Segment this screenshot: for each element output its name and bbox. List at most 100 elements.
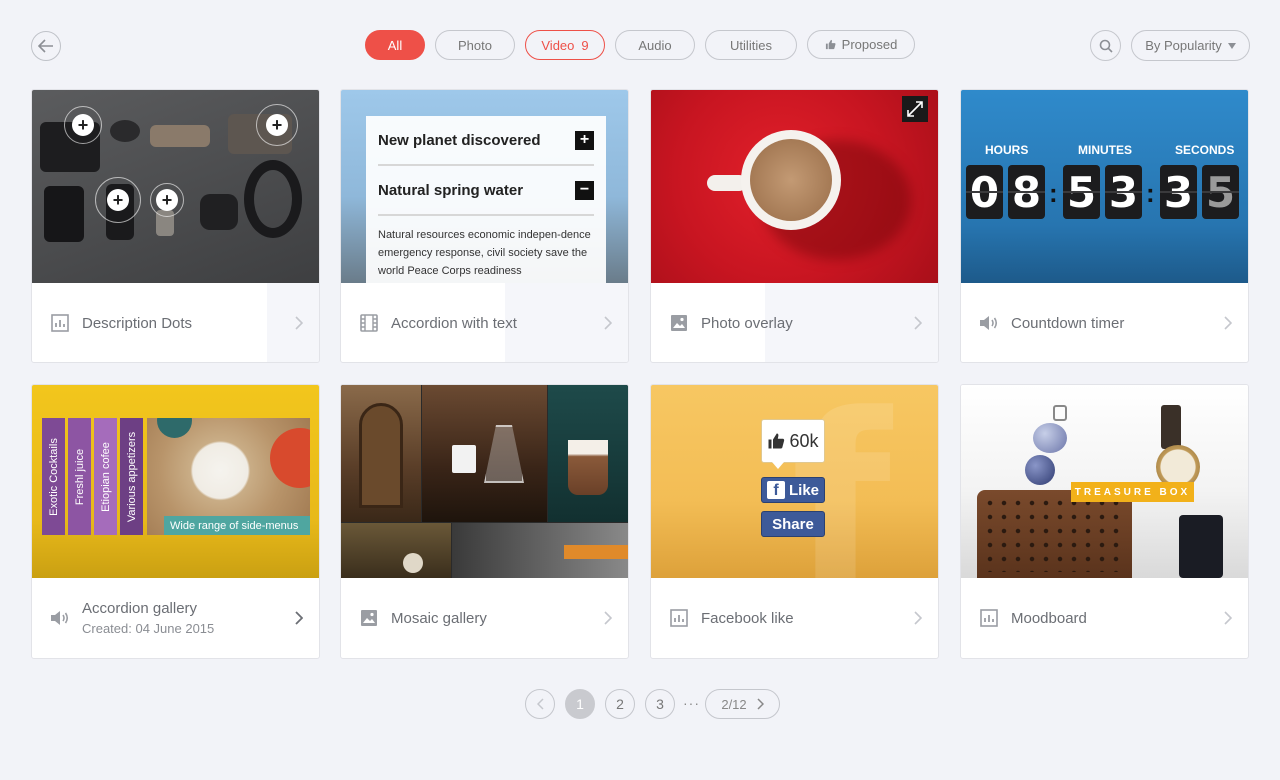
timer-digit: 5 [1063,165,1100,219]
accordion-item: Natural spring water − [378,166,594,216]
card-footer: Photo overlay [651,283,938,362]
timer-digit: 3 [1160,165,1197,219]
card-facebook-like[interactable]: f 60k f Like Share Facebook like [650,384,939,659]
expand-icon[interactable] [902,96,928,122]
filter-audio[interactable]: Audio [615,30,695,60]
filter-all[interactable]: All [365,30,425,60]
film-icon [359,313,379,333]
card-title: Photo overlay [701,314,793,332]
card-footer: Countdown timer [961,283,1248,362]
card-photo-overlay[interactable]: Photo overlay [650,89,939,363]
chevron-left-icon [536,698,544,710]
bar-chart-icon [979,608,999,628]
card-title: Moodboard [1011,609,1087,627]
page-button-3[interactable]: 3 [645,689,675,719]
thumbs-up-icon [825,39,836,50]
card-countdown-timer[interactable]: HOURS MINUTES SECONDS 0 8 : 5 3 : 3 5 Co… [960,89,1249,363]
sort-dropdown[interactable]: By Popularity [1131,30,1250,61]
card-mosaic-gallery[interactable]: Mosaic gallery [340,384,629,659]
fb-like-button[interactable]: f Like [761,477,825,503]
card-footer: Description Dots [32,283,319,362]
page-jump-button[interactable]: 2/12 [705,689,780,719]
chevron-right-icon [295,316,303,330]
card-title: Description Dots [82,314,193,332]
timer-digit: 3 [1105,165,1142,219]
gallery-tab: Freshl juice [68,418,91,535]
chevron-right-icon [604,316,612,330]
search-button[interactable] [1090,30,1121,61]
speaker-icon [50,608,70,628]
chevron-right-icon [1224,611,1232,625]
bar-chart-icon [50,313,70,333]
mosaic-tile [341,523,451,578]
mosaic-tile [452,523,628,578]
mosaic-tile [341,385,421,522]
image-icon [359,608,379,628]
video-count-badge: 9 [581,37,589,53]
card-thumbnail: TREASURE BOX [961,385,1248,578]
card-thumbnail: Exotic Cocktails Freshl juice Etiopian c… [32,385,319,578]
card-thumbnail: New planet discovered + Natural spring wa… [341,90,628,283]
card-footer: Accordion gallery Created: 04 June 2015 [32,578,319,658]
page-button-1[interactable]: 1 [565,689,595,719]
mosaic-tile [422,385,547,522]
hotspot-plus-2[interactable]: + [256,104,298,146]
timer-seconds-label: SECONDS [1175,143,1235,157]
accordion-item: New planet discovered + [378,116,594,166]
chevron-right-icon [604,611,612,625]
timer-digit: 5 [1202,165,1239,219]
card-title: Accordion gallery [82,600,198,617]
card-footer: Accordion with text [341,283,628,362]
arrow-left-icon [38,39,53,53]
plus-icon: + [575,130,594,150]
facebook-f-icon: f [766,481,785,499]
filter-photo[interactable]: Photo [435,30,515,60]
timer-hours-label: HOURS [985,143,1029,157]
prev-page-button[interactable] [525,689,555,719]
chevron-right-icon [295,611,303,625]
hotspot-plus-3[interactable]: + [95,177,141,223]
chevron-right-icon [914,316,922,330]
page-button-2[interactable]: 2 [605,689,635,719]
hotspot-plus-1[interactable]: + [64,106,102,144]
image-icon [669,313,689,333]
thumbs-up-icon [768,433,785,449]
card-accordion-gallery[interactable]: Exotic Cocktails Freshl juice Etiopian c… [31,384,320,659]
chevron-right-icon [914,611,922,625]
treasure-chest [977,490,1132,578]
card-footer: Moodboard [961,578,1248,658]
timer-minutes-label: MINUTES [1078,143,1132,157]
card-moodboard[interactable]: TREASURE BOX Moodboard [960,384,1249,659]
timer-colon: : [1146,178,1155,208]
treasure-box-label: TREASURE BOX [1071,482,1194,502]
search-icon [1099,39,1113,53]
timer-digit: 8 [1008,165,1045,219]
like-count-bubble: 60k [761,419,825,469]
chevron-right-icon [757,698,764,710]
accordion-body-text: Natural resources economic indepen-dence… [378,229,591,277]
minus-icon: − [575,180,594,200]
card-footer: Facebook like [651,578,938,658]
hotspot-plus-4[interactable]: + [150,183,184,217]
filter-utilities[interactable]: Utilities [705,30,797,60]
caret-down-icon [1227,42,1236,49]
back-button[interactable] [31,31,61,61]
card-description-dots[interactable]: + + + + Description Dots [31,89,320,363]
gallery-tab: Etiopian cofee [94,418,117,535]
bar-chart-icon [669,608,689,628]
pagination-ellipsis: ··· [683,695,700,711]
card-accordion-with-text[interactable]: New planet discovered + Natural spring wa… [340,89,629,363]
gallery-tab: Various appetizers [120,418,143,535]
fb-share-button[interactable]: Share [761,511,825,537]
card-footer: Mosaic gallery [341,578,628,658]
card-thumbnail: HOURS MINUTES SECONDS 0 8 : 5 3 : 3 5 [961,90,1248,283]
filter-proposed[interactable]: Proposed [807,30,915,59]
filter-bar: All Photo Video 9 Audio Utilities Propose… [365,30,915,60]
filter-video[interactable]: Video 9 [525,30,605,60]
timer-colon: : [1049,178,1058,208]
card-thumbnail [651,90,938,283]
timer-digit: 0 [966,165,1003,219]
accordion-preview: New planet discovered + Natural spring wa… [366,116,606,283]
gallery-caption: Wide range of side-menus [164,516,310,535]
card-title: Accordion with text [391,314,517,332]
